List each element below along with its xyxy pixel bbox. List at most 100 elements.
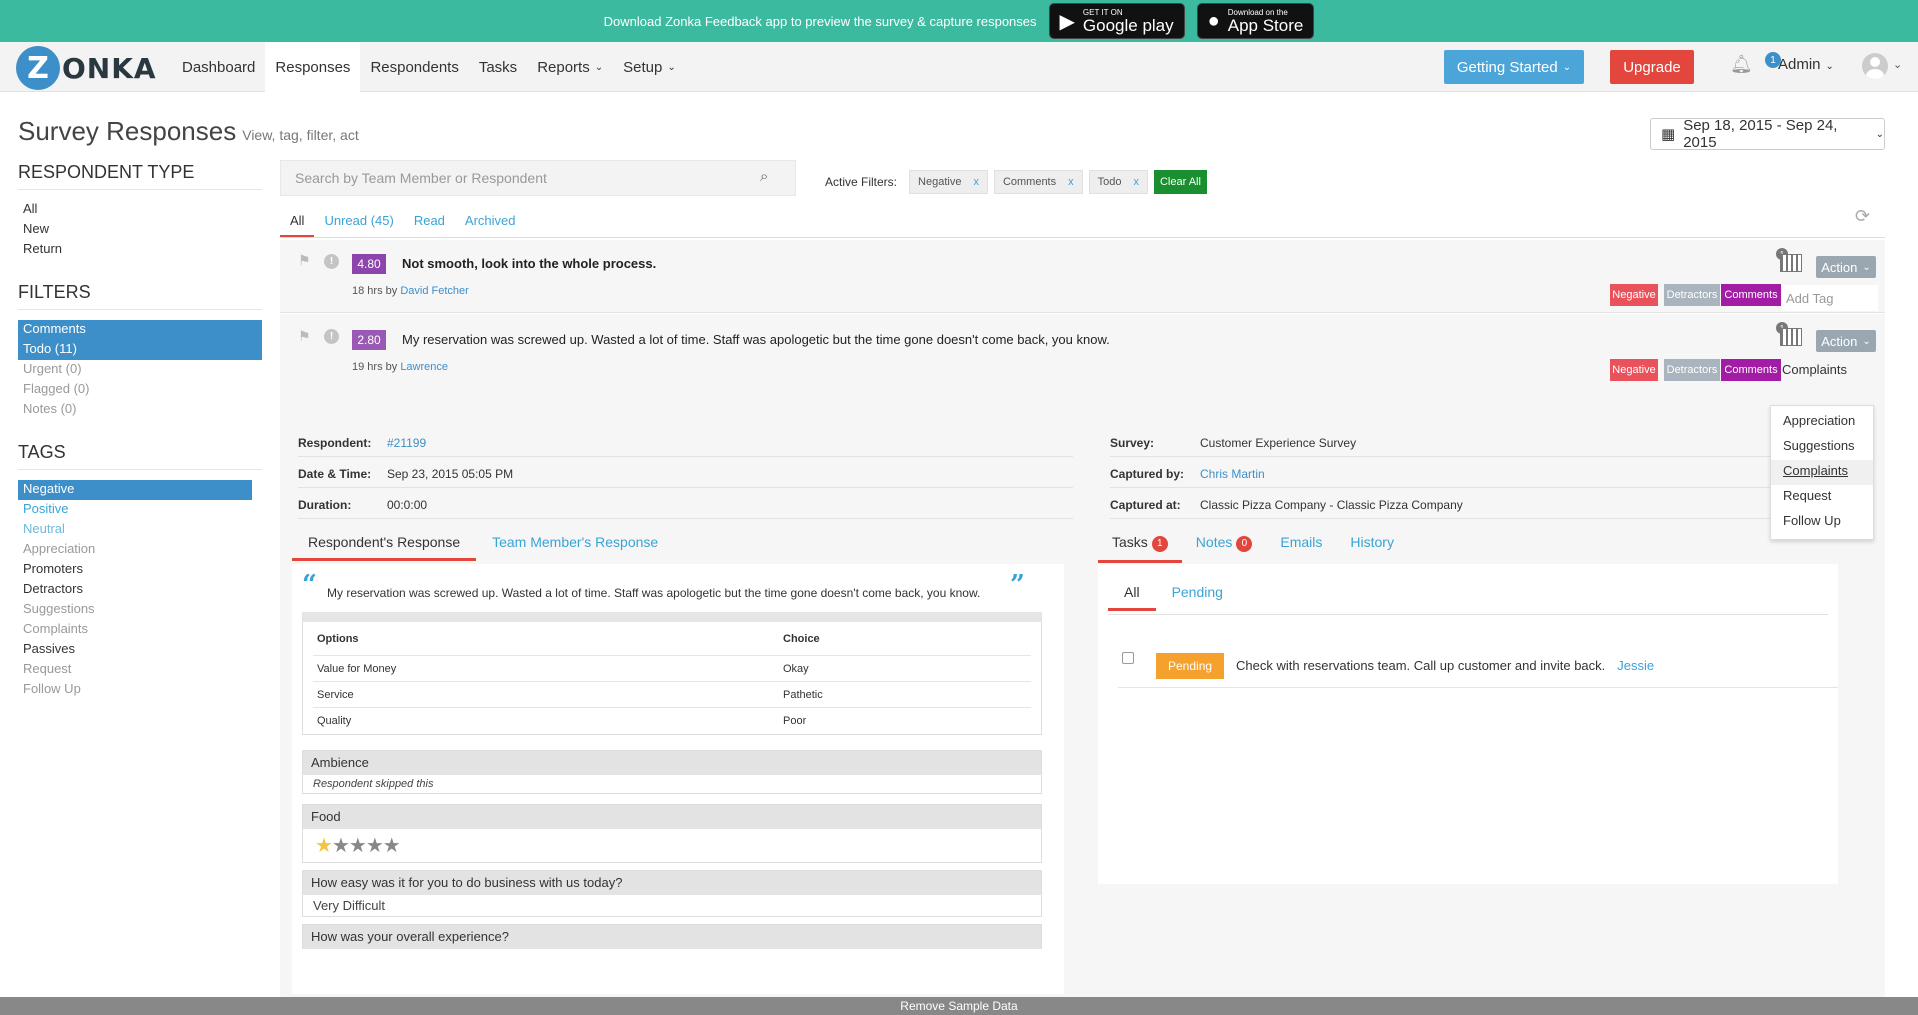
nav-setup[interactable]: Setup ⌄ xyxy=(613,42,686,92)
tab-left-0[interactable]: Respondent's Response xyxy=(292,526,477,561)
quote-close-icon: ” xyxy=(1010,570,1025,600)
tag-comments[interactable]: Comments xyxy=(1721,359,1781,381)
sidebar-item-tag[interactable]: Promoters xyxy=(18,560,262,580)
dropdown-item-complaints[interactable]: Complaints xyxy=(1771,460,1873,485)
close-icon[interactable]: x xyxy=(1068,176,1074,188)
zonka-logo[interactable]: Z ONKA xyxy=(16,46,157,90)
task-assignee-link[interactable]: Jessie xyxy=(1617,658,1654,673)
tag-comments[interactable]: Comments xyxy=(1721,284,1781,306)
sidebar-item-tag[interactable]: Request xyxy=(18,660,262,680)
filter-chip-label: Negative xyxy=(918,176,962,188)
tag-negative[interactable]: Negative xyxy=(1610,359,1658,381)
sidebar-item-filter[interactable]: Flagged (0) xyxy=(18,380,262,400)
sidebar-item-respondent-all[interactable]: All xyxy=(18,200,262,220)
remove-sample-data-button[interactable]: Remove Sample Data xyxy=(0,997,1918,1015)
tab-2[interactable]: Read xyxy=(404,208,455,237)
clear-all-button[interactable]: Clear All xyxy=(1153,170,1207,194)
close-icon[interactable]: x xyxy=(973,176,979,188)
tab-history[interactable]: History xyxy=(1336,526,1408,563)
sidebar-item-tag[interactable]: Passives xyxy=(18,640,262,660)
bell-icon[interactable]: 🔔︎ xyxy=(1730,54,1753,75)
google-play-button[interactable]: ▶ GET IT ON Google play xyxy=(1048,3,1185,39)
add-tag-input[interactable]: Complaints xyxy=(1782,362,1847,377)
action-button[interactable]: Action ⌄ xyxy=(1816,330,1876,352)
star-icon: ★ xyxy=(331,835,350,857)
play-store-icon: ▶ xyxy=(1059,10,1075,33)
tab-emails[interactable]: Emails xyxy=(1266,526,1336,563)
task-tab-all[interactable]: All xyxy=(1108,576,1156,611)
author-link[interactable]: David Fetcher xyxy=(400,285,468,297)
admin-menu[interactable]: Admin ⌄ xyxy=(1778,56,1834,73)
chevron-down-icon[interactable]: ⌄ xyxy=(1893,58,1902,71)
apple-icon: ● xyxy=(1207,9,1220,32)
response-text[interactable]: Not smooth, look into the whole process. xyxy=(402,256,656,271)
tag-detractors[interactable]: Detractors xyxy=(1664,284,1720,306)
flag-icon[interactable]: ⚑ xyxy=(298,252,311,269)
sidebar-item-respondent-new[interactable]: New xyxy=(18,220,262,240)
nav-tasks[interactable]: Tasks xyxy=(469,42,527,92)
response-meta: 18 hrs by David Fetcher xyxy=(352,285,469,297)
search-input[interactable]: Search by Team Member or Respondent xyxy=(280,160,796,196)
calendar-icon[interactable] xyxy=(1780,328,1802,346)
response-tabs: All Unread (45) Read Archived xyxy=(280,208,1885,238)
response-row[interactable]: ⚑ ! 4.80 Not smooth, look into the whole… xyxy=(280,240,1885,313)
sidebar-item-filter[interactable]: Todo (11) xyxy=(18,340,262,360)
dropdown-item-request[interactable]: Request xyxy=(1771,485,1873,510)
response-text[interactable]: My reservation was screwed up. Wasted a … xyxy=(402,332,1110,347)
dropdown-item-appreciation[interactable]: Appreciation xyxy=(1771,410,1873,435)
tab-3[interactable]: Archived xyxy=(455,208,526,237)
sidebar-item-tag[interactable]: Suggestions xyxy=(18,600,262,620)
sidebar-item-tag[interactable]: Positive xyxy=(18,500,262,520)
upgrade-button[interactable]: Upgrade xyxy=(1610,50,1694,84)
dropdown-item-follow-up[interactable]: Follow Up xyxy=(1771,510,1873,535)
tab-0[interactable]: All xyxy=(280,208,315,237)
sidebar-item-filter[interactable]: Urgent (0) xyxy=(18,360,262,380)
calendar-icon[interactable] xyxy=(1780,254,1802,272)
filter-chip-label: Todo xyxy=(1097,176,1122,188)
app-store-button[interactable]: ● Download on the App Store xyxy=(1196,3,1315,39)
sidebar-item-tag[interactable]: Follow Up xyxy=(18,680,262,700)
dropdown-item-suggestions[interactable]: Suggestions xyxy=(1771,435,1873,460)
sidebar-item-tag[interactable]: Detractors xyxy=(18,580,262,600)
sidebar-item-filter[interactable]: Notes (0) xyxy=(18,400,262,420)
tag-negative[interactable]: Negative xyxy=(1610,284,1658,306)
tab-1[interactable]: Unread (45) xyxy=(314,208,403,237)
response-row[interactable]: ⚑ ! 2.80 My reservation was screwed up. … xyxy=(280,314,1885,418)
nav-responses[interactable]: Responses xyxy=(265,42,361,92)
refresh-icon[interactable]: ⟳ xyxy=(1855,206,1870,227)
tab-notes[interactable]: Notes 0 xyxy=(1182,526,1267,563)
tab-tasks[interactable]: Tasks 1 xyxy=(1098,526,1182,563)
search-icon[interactable]: ⌕ xyxy=(760,168,768,185)
flag-icon[interactable]: ⚑ xyxy=(298,328,311,345)
task-tab-pending[interactable]: Pending xyxy=(1156,576,1239,611)
page-subtitle: View, tag, filter, act xyxy=(242,127,359,143)
author-link[interactable]: Lawrence xyxy=(400,361,448,373)
close-icon[interactable]: x xyxy=(1133,176,1139,188)
nav-reports[interactable]: Reports ⌄ xyxy=(527,42,613,92)
sidebar-item-tag[interactable]: Complaints xyxy=(18,620,262,640)
getting-started-button[interactable]: Getting Started ⌄ xyxy=(1444,50,1584,84)
captured-by-link[interactable]: Chris Martin xyxy=(1200,467,1265,481)
question-block: How easy was it for you to do business w… xyxy=(302,870,1042,917)
sidebar-item-tag[interactable]: Negative xyxy=(18,480,252,500)
action-button[interactable]: Action ⌄ xyxy=(1816,256,1876,278)
question-answer: Very Difficult xyxy=(313,898,386,913)
avatar[interactable] xyxy=(1862,53,1888,79)
task-row[interactable]: Pending Check with reservations team. Ca… xyxy=(1118,644,1838,688)
sidebar-item-filter[interactable]: Comments xyxy=(18,320,262,340)
add-tag-input[interactable]: Add Tag xyxy=(1782,285,1878,311)
date-range-picker[interactable]: ▦ Sep 18, 2015 - Sep 24, 2015 ⌄ xyxy=(1650,117,1885,151)
filters-group: FILTERS Comments Todo (11) Urgent (0) Flagg… xyxy=(18,282,262,420)
nav-respondents[interactable]: Respondents xyxy=(360,42,468,92)
sidebar-item-tag[interactable]: Appreciation xyxy=(18,540,262,560)
tags-group: TAGS Negative Positive Neutral Appreciation… xyxy=(18,442,262,700)
info-icon[interactable]: ! xyxy=(324,254,339,269)
tab-left-1[interactable]: Team Member's Response xyxy=(476,526,674,561)
info-icon[interactable]: ! xyxy=(324,329,339,344)
respondent-link[interactable]: #21199 xyxy=(387,436,426,450)
nav-dashboard[interactable]: Dashboard xyxy=(172,42,265,92)
tag-detractors[interactable]: Detractors xyxy=(1664,359,1720,381)
sidebar-item-tag[interactable]: Neutral xyxy=(18,520,262,540)
sidebar-item-respondent-return[interactable]: Return xyxy=(18,240,262,260)
task-checkbox[interactable] xyxy=(1122,652,1134,664)
